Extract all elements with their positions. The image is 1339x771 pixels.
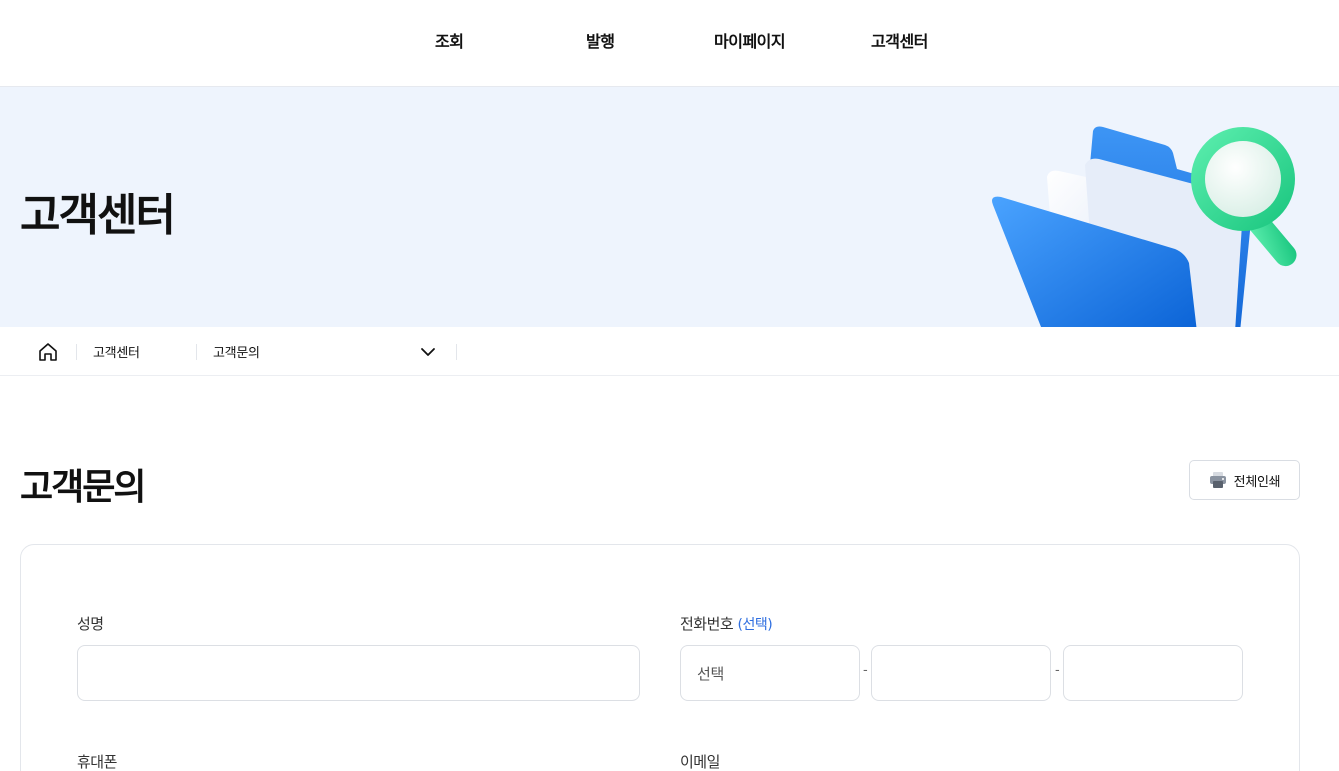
phone-separator: - [1055,663,1060,678]
nav-item-issue[interactable]: 발행 [586,28,615,52]
phone-label: 전화번호 [680,615,734,633]
nav-item-customer-center[interactable]: 고객센터 [871,28,928,52]
print-all-button[interactable]: 전체인쇄 [1189,460,1300,500]
phone-label-group: 전화번호 (선택) [680,613,773,634]
breadcrumb-level2-dropdown[interactable]: 고객문의 [197,327,456,376]
global-nav: 조회 발행 마이페이지 고객센터 [0,0,1339,87]
breadcrumb-divider [456,344,457,360]
nav-item-inquiry[interactable]: 조회 [435,28,464,52]
print-all-label: 전체인쇄 [1233,473,1281,489]
phone-area-select-value: 선택 [697,665,725,683]
chevron-down-icon [421,348,435,356]
home-icon [39,343,57,361]
hero-banner: 고객센터 [0,87,1339,327]
inquiry-form: 성명 전화번호 (선택) 선택 - - 휴대폰 이메일 [20,544,1300,771]
mobile-label: 휴대폰 [77,753,117,771]
phone-area-select[interactable]: 선택 [680,645,860,701]
printer-icon [1209,472,1226,488]
breadcrumb-level1[interactable]: 고객센터 [93,342,140,361]
email-label: 이메일 [680,753,720,771]
name-field[interactable] [77,645,640,701]
phone-separator: - [863,663,868,678]
breadcrumb: 고객센터 고객문의 [0,327,1339,376]
phone-optional-tag: (선택) [737,617,773,633]
name-label: 성명 [77,615,104,633]
breadcrumb-divider [76,344,77,360]
folder-magnifier-icon [992,126,1297,327]
phone-middle-field[interactable] [871,645,1051,701]
nav-item-mypage[interactable]: 마이페이지 [714,28,786,52]
phone-last-field[interactable] [1063,645,1243,701]
breadcrumb-level2: 고객문의 [213,346,260,361]
page-title: 고객문의 [20,467,146,508]
home-button[interactable] [34,339,62,365]
hero-title: 고객센터 [20,190,176,241]
